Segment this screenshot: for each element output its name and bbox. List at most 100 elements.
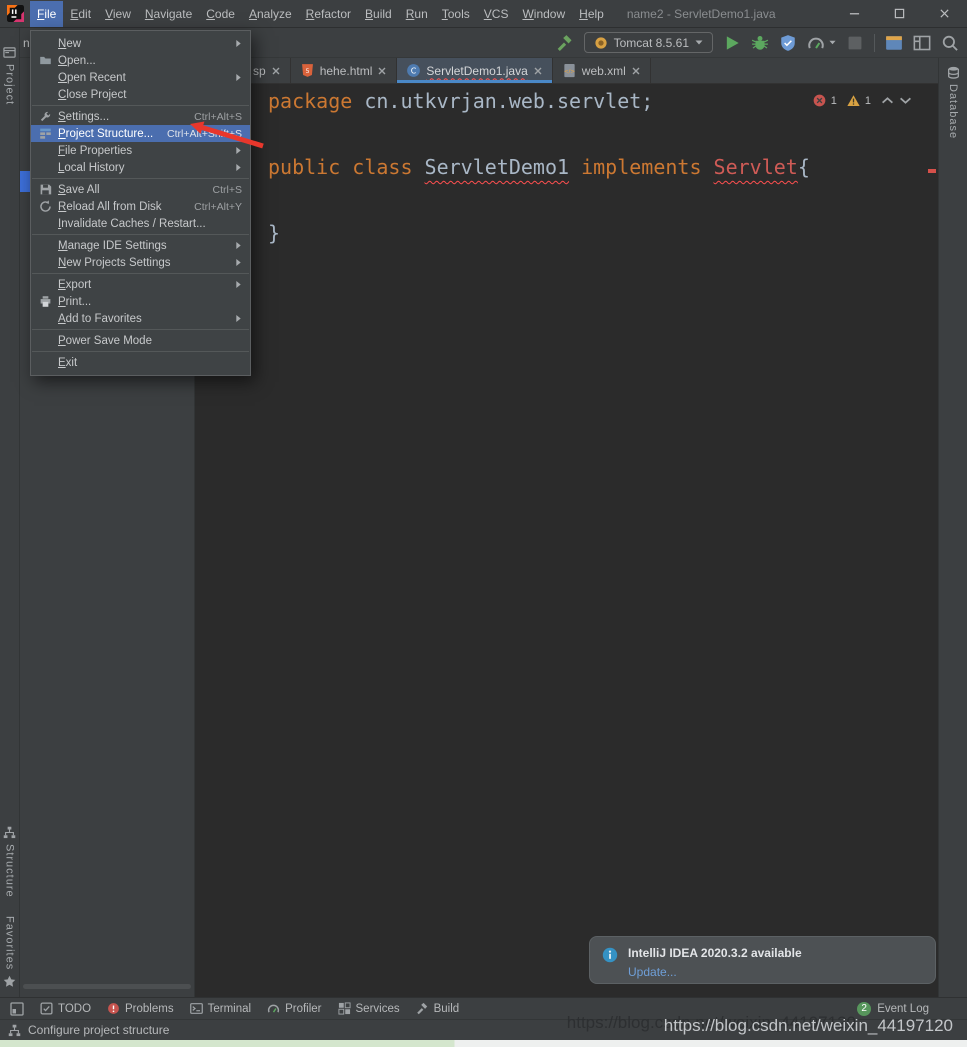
menu-item-local-history[interactable]: Local History: [31, 159, 250, 176]
database-icon: [947, 66, 960, 79]
tool-stripe-favorites[interactable]: Favorites: [0, 916, 19, 988]
tab-web-xml[interactable]: </>web.xml: [553, 58, 651, 83]
menu-item-label: Close Project: [58, 89, 126, 101]
menu-item-invalidate-caches-restart[interactable]: Invalidate Caches / Restart...: [31, 215, 250, 232]
menu-separator: [32, 329, 249, 330]
event-log-button[interactable]: 2 Event Log: [857, 1002, 957, 1016]
maximize-button[interactable]: [877, 0, 922, 28]
menu-item-label: Open Recent: [58, 72, 126, 84]
tab-hehe-html[interactable]: 5hehe.html: [291, 58, 398, 83]
menubar-window[interactable]: Window: [515, 1, 572, 27]
statusbar-problems[interactable]: Problems: [107, 1002, 174, 1015]
menu-item-power-save-mode[interactable]: Power Save Mode: [31, 332, 250, 349]
tomcat-icon: [594, 36, 608, 50]
statusbar-todo[interactable]: TODO: [40, 1002, 91, 1015]
tool-stripe-database[interactable]: Database: [939, 66, 967, 139]
statusbar-label: Build: [434, 1003, 460, 1015]
menu-item-open-recent[interactable]: Open Recent: [31, 69, 250, 86]
menu-item-label: Power Save Mode: [58, 335, 152, 347]
tab-servletdemo1-java[interactable]: CServletDemo1.java: [397, 58, 552, 83]
problems-icon: [107, 1002, 120, 1015]
statusbar-terminal[interactable]: Terminal: [190, 1002, 251, 1015]
menubar-help[interactable]: Help: [572, 1, 611, 27]
floppy-icon: [37, 183, 53, 197]
close-tab-icon[interactable]: [271, 66, 281, 76]
menu-item-manage-ide-settings[interactable]: Manage IDE Settings: [31, 237, 250, 254]
update-link[interactable]: Update...: [628, 965, 802, 979]
statusbar-profiler[interactable]: Profiler: [267, 1002, 321, 1015]
profiler-dropdown-icon[interactable]: [829, 40, 836, 45]
close-button[interactable]: [922, 0, 967, 28]
menu-item-close-project[interactable]: Close Project: [31, 86, 250, 103]
submenu-arrow-icon: [235, 314, 242, 323]
menu-item-label: Print...: [58, 296, 91, 308]
file-menu-popup: NewOpen... Open Recent Close Project Settin…: [30, 30, 251, 376]
menubar-tools[interactable]: Tools: [435, 1, 477, 27]
toolwindow-icon[interactable]: [885, 34, 903, 52]
close-tab-icon[interactable]: [533, 66, 543, 76]
warning-badge-icon: [847, 94, 860, 107]
warning-count: 1: [865, 95, 871, 107]
menubar-code[interactable]: Code: [199, 1, 242, 27]
statusbar-label: TODO: [58, 1003, 91, 1015]
code-line: [268, 118, 938, 151]
menu-item-label: Settings...: [58, 111, 109, 123]
run-config-select[interactable]: Tomcat 8.5.61: [584, 32, 713, 53]
debug-button[interactable]: [751, 34, 769, 52]
prev-error-icon[interactable]: [881, 94, 894, 107]
left-tool-stripe: Project Structure Favorites: [0, 28, 20, 997]
run-with-coverage-button[interactable]: [779, 34, 797, 52]
menu-item-new-projects-settings[interactable]: New Projects Settings: [31, 254, 250, 271]
inspection-widget[interactable]: 1 1: [813, 94, 912, 107]
menubar-file[interactable]: File: [30, 1, 63, 27]
menu-item-exit[interactable]: Exit: [31, 354, 250, 371]
menu-item-new[interactable]: New: [31, 35, 250, 52]
code-area[interactable]: package cn.utkvrjan.web.servlet; public …: [195, 84, 938, 250]
menubar-vcs[interactable]: VCS: [477, 1, 516, 27]
menu-item-label: Manage IDE Settings: [58, 240, 167, 252]
tool-stripe-structure[interactable]: Structure: [0, 826, 19, 898]
menu-icon-placeholder: [37, 144, 53, 158]
services-icon: [338, 1002, 351, 1015]
run-button[interactable]: [723, 34, 741, 52]
editor-area[interactable]: package cn.utkvrjan.web.servlet; public …: [195, 84, 938, 997]
menubar-navigate[interactable]: Navigate: [138, 1, 199, 27]
menu-item-open[interactable]: Open...: [31, 52, 250, 69]
project-tree-selected-row[interactable]: [20, 171, 30, 192]
menu-item-save-all[interactable]: Save AllCtrl+S: [31, 181, 250, 198]
menu-item-add-to-favorites[interactable]: Add to Favorites: [31, 310, 250, 327]
menu-item-print[interactable]: Print...: [31, 293, 250, 310]
search-everywhere-icon[interactable]: [941, 34, 959, 52]
menubar-view[interactable]: View: [98, 1, 138, 27]
menubar-analyze[interactable]: Analyze: [242, 1, 299, 27]
menu-item-label: Invalidate Caches / Restart...: [58, 218, 206, 230]
menubar-refactor[interactable]: Refactor: [299, 1, 358, 27]
error-stripe-mark[interactable]: [928, 169, 936, 173]
close-tab-icon[interactable]: [631, 66, 641, 76]
menu-item-label: Local History: [58, 162, 124, 174]
build-hammer-icon[interactable]: [556, 34, 574, 52]
profiler-button[interactable]: [807, 34, 825, 52]
refresh-icon: [37, 200, 53, 214]
structure-icon: [37, 127, 53, 141]
menu-item-reload-all-from-disk[interactable]: Reload All from DiskCtrl+Alt+Y: [31, 198, 250, 215]
statusbar-services[interactable]: Services: [338, 1002, 400, 1015]
next-error-icon[interactable]: [899, 94, 912, 107]
toolwindow-toggle-icon[interactable]: [10, 1002, 24, 1016]
stripe-label-project: Project: [4, 64, 16, 105]
menubar-run[interactable]: Run: [399, 1, 435, 27]
project-panel-scrollbar[interactable]: [23, 984, 191, 989]
menubar-build[interactable]: Build: [358, 1, 399, 27]
menu-icon-placeholder: [37, 278, 53, 292]
layout-icon[interactable]: [913, 34, 931, 52]
menubar-edit[interactable]: Edit: [63, 1, 98, 27]
menu-separator: [32, 178, 249, 179]
menu-separator: [32, 234, 249, 235]
close-tab-icon[interactable]: [377, 66, 387, 76]
minimize-button[interactable]: [832, 0, 877, 28]
tool-stripe-project[interactable]: Project: [0, 46, 19, 105]
menu-item-export[interactable]: Export: [31, 276, 250, 293]
update-notification: IntelliJ IDEA 2020.3.2 available Update.…: [589, 936, 936, 984]
window-title: name2 - ServletDemo1.java: [627, 7, 776, 21]
statusbar-build[interactable]: Build: [416, 1002, 460, 1015]
